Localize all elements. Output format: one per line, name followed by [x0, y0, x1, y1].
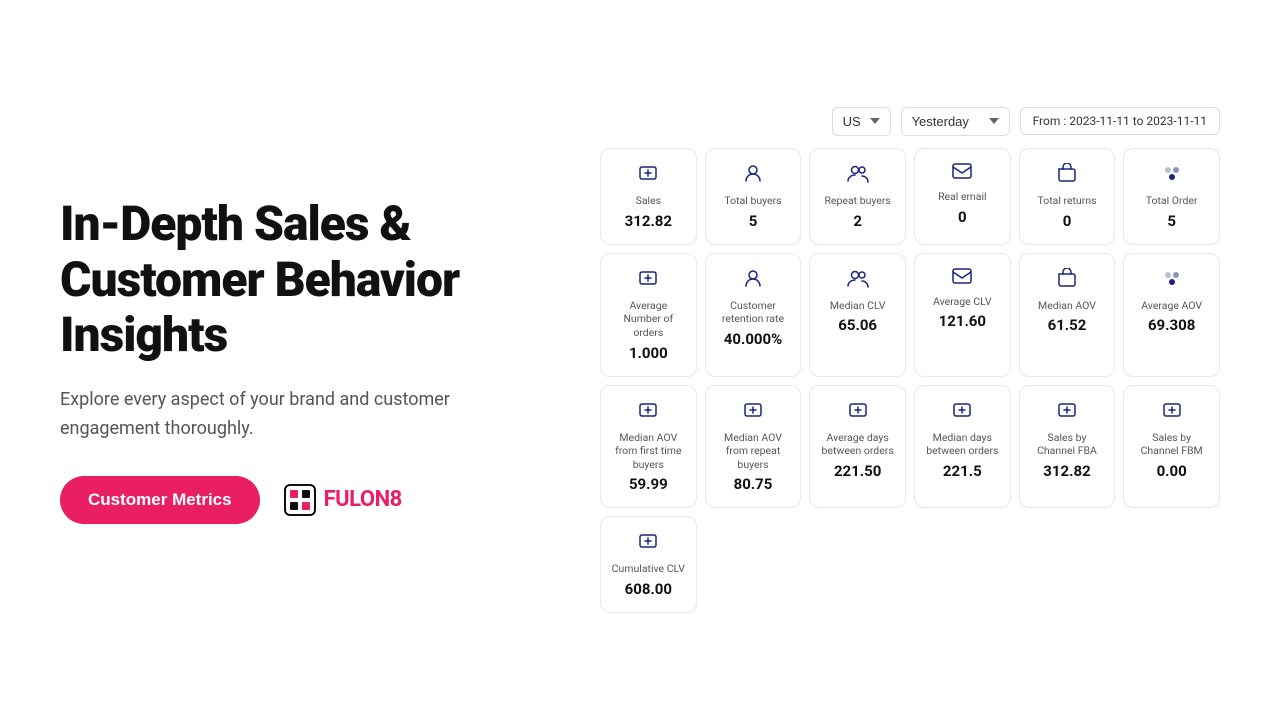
cumulative-clv-icon — [638, 531, 658, 556]
real-email-label: Real email — [938, 190, 987, 204]
avg-orders-label: Average Number of orders — [611, 299, 686, 340]
hero-title: In-Depth Sales & Customer Behavior Insig… — [60, 196, 540, 362]
left-panel: In-Depth Sales & Customer Behavior Insig… — [60, 196, 540, 523]
median-aov-label: Median AOV — [1038, 299, 1096, 313]
metric-card-real-email: Real email 0 — [914, 148, 1011, 245]
sales-fba-value: 312.82 — [1043, 462, 1090, 480]
median-clv-icon — [847, 268, 869, 293]
metrics-row-1: Sales 312.82 Total buyers 5 — [600, 148, 1220, 245]
bottom-row: Customer Metrics FULON8 — [60, 476, 540, 524]
page-container: In-Depth Sales & Customer Behavior Insig… — [0, 0, 1280, 720]
sales-fba-icon — [1057, 400, 1077, 425]
total-buyers-value: 5 — [749, 212, 758, 230]
metric-card-avg-orders: Average Number of orders 1.000 — [600, 253, 697, 377]
metric-card-total-returns: Total returns 0 — [1019, 148, 1116, 245]
sales-fba-label: Sales by Channel FBA — [1030, 431, 1105, 458]
total-order-value: 5 — [1167, 212, 1176, 230]
sales-fbm-value: 0.00 — [1157, 462, 1187, 480]
metric-card-median-clv: Median CLV 65.06 — [809, 253, 906, 377]
right-panel: US EU UK Yesterday Today Last 7 Days Fro… — [600, 107, 1220, 613]
metric-card-median-days-between: Median days between orders 221.5 — [914, 385, 1011, 509]
metric-card-avg-days-between: Average days between orders 221.50 — [809, 385, 906, 509]
metric-card-retention: Customer retention rate 40.000% — [705, 253, 802, 377]
avg-orders-icon — [638, 268, 658, 293]
customer-metrics-button[interactable]: Customer Metrics — [60, 476, 260, 524]
median-aov-first-label: Median AOV from first time buyers — [611, 431, 686, 472]
median-days-value: 221.5 — [943, 462, 982, 480]
retention-icon — [743, 268, 763, 293]
cumulative-clv-label: Cumulative CLV — [612, 562, 685, 576]
sales-value: 312.82 — [625, 212, 672, 230]
metrics-row-3: Median AOV from first time buyers 59.99 … — [600, 385, 1220, 509]
metric-card-avg-aov: Average AOV 69.308 — [1123, 253, 1220, 377]
avg-days-icon — [848, 400, 868, 425]
total-buyers-label: Total buyers — [724, 194, 781, 208]
metric-card-cumulative-clv: Cumulative CLV 608.00 — [600, 516, 697, 613]
fulon-logo-icon — [284, 484, 316, 516]
metric-card-total-order: Total Order 5 — [1123, 148, 1220, 245]
median-days-icon — [952, 400, 972, 425]
avg-orders-value: 1.000 — [629, 344, 668, 362]
metric-card-total-buyers: Total buyers 5 — [705, 148, 802, 245]
total-buyers-icon — [743, 163, 763, 188]
median-aov-icon — [1057, 268, 1077, 293]
avg-days-label: Average days between orders — [820, 431, 895, 458]
hero-subtitle: Explore every aspect of your brand and c… — [60, 386, 540, 444]
sales-fbm-label: Sales by Channel FBM — [1134, 431, 1209, 458]
avg-clv-icon — [952, 268, 972, 289]
real-email-icon — [952, 163, 972, 184]
repeat-buyers-label: Repeat buyers — [824, 194, 890, 208]
median-aov-repeat-icon — [743, 400, 763, 425]
median-aov-first-icon — [638, 400, 658, 425]
metric-card-median-aov: Median AOV 61.52 — [1019, 253, 1116, 377]
logo-text: FULON8 — [324, 487, 402, 512]
repeat-buyers-icon — [847, 163, 869, 188]
date-range: From : 2023-11-11 to 2023-11-11 — [1020, 107, 1220, 135]
avg-clv-value: 121.60 — [939, 312, 986, 330]
avg-aov-icon — [1162, 268, 1182, 293]
median-aov-first-value: 59.99 — [629, 475, 668, 493]
sales-fbm-icon — [1162, 400, 1182, 425]
total-order-label: Total Order — [1146, 194, 1198, 208]
median-aov-value: 61.52 — [1048, 316, 1087, 334]
sales-label: Sales — [636, 194, 662, 208]
metric-card-median-aov-first: Median AOV from first time buyers 59.99 — [600, 385, 697, 509]
retention-value: 40.000% — [724, 330, 782, 348]
metric-card-median-aov-repeat: Median AOV from repeat buyers 80.75 — [705, 385, 802, 509]
total-returns-value: 0 — [1063, 212, 1072, 230]
median-clv-label: Median CLV — [830, 299, 886, 313]
avg-clv-label: Average CLV — [933, 295, 992, 309]
period-select[interactable]: Yesterday Today Last 7 Days — [901, 107, 1010, 136]
metric-card-sales-fba: Sales by Channel FBA 312.82 — [1019, 385, 1116, 509]
avg-days-value: 221.50 — [834, 462, 881, 480]
repeat-buyers-value: 2 — [853, 212, 862, 230]
filters-row: US EU UK Yesterday Today Last 7 Days Fro… — [600, 107, 1220, 136]
metrics-row-4: Cumulative CLV 608.00 — [600, 516, 1220, 613]
median-aov-repeat-value: 80.75 — [734, 475, 773, 493]
metric-card-sales-fbm: Sales by Channel FBM 0.00 — [1123, 385, 1220, 509]
retention-label: Customer retention rate — [716, 299, 791, 326]
metric-card-sales: Sales 312.82 — [600, 148, 697, 245]
avg-aov-label: Average AOV — [1141, 299, 1202, 313]
median-clv-value: 65.06 — [838, 316, 877, 334]
metric-card-repeat-buyers: Repeat buyers 2 — [809, 148, 906, 245]
median-days-label: Median days between orders — [925, 431, 1000, 458]
total-order-icon — [1162, 163, 1182, 188]
sales-icon — [638, 163, 658, 188]
total-returns-label: Total returns — [1037, 194, 1096, 208]
avg-aov-value: 69.308 — [1148, 316, 1195, 334]
median-aov-repeat-label: Median AOV from repeat buyers — [716, 431, 791, 472]
real-email-value: 0 — [958, 208, 967, 226]
metric-card-avg-clv: Average CLV 121.60 — [914, 253, 1011, 377]
metrics-row-2: Average Number of orders 1.000 Customer … — [600, 253, 1220, 377]
total-returns-icon — [1057, 163, 1077, 188]
region-select[interactable]: US EU UK — [832, 107, 891, 136]
cumulative-clv-value: 608.00 — [625, 580, 672, 598]
logo-container: FULON8 — [284, 484, 402, 516]
